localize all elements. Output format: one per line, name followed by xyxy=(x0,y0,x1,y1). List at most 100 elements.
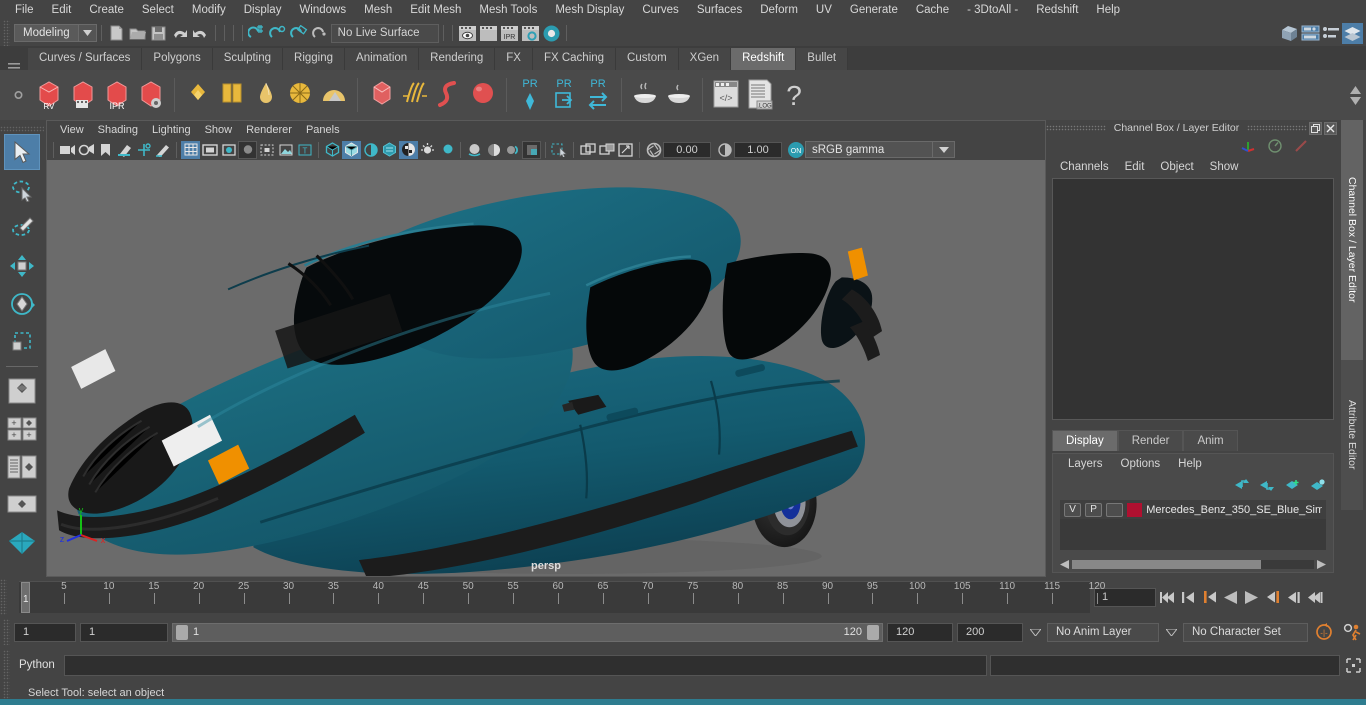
resolution-gate-icon[interactable] xyxy=(219,141,238,159)
render-view-icon[interactable] xyxy=(457,23,478,44)
wireframe-shading-icon[interactable] xyxy=(323,141,342,159)
color-management-toggle-icon[interactable]: ON xyxy=(786,141,805,159)
bake-icon[interactable] xyxy=(628,75,662,115)
shelf-grip[interactable] xyxy=(0,62,28,70)
shade-with-wireframe-icon[interactable] xyxy=(361,141,380,159)
shelf-tab-rendering[interactable]: Rendering xyxy=(419,48,496,70)
shelf-tab-rigging[interactable]: Rigging xyxy=(283,48,346,70)
two-pane-layout[interactable]: + + + xyxy=(4,411,40,447)
undo-icon[interactable] xyxy=(169,23,190,44)
auto-keyframe-icon[interactable]: -|- xyxy=(1312,622,1336,642)
menu-item-cache[interactable]: Cache xyxy=(907,1,958,19)
menu-item-mesh-display[interactable]: Mesh Display xyxy=(546,1,633,19)
exposure-aperture-icon[interactable] xyxy=(644,141,663,159)
shelf-tab-custom[interactable]: Custom xyxy=(616,48,679,70)
pr-convert-icon[interactable]: PR xyxy=(581,75,615,115)
range-slider[interactable]: 1 120 xyxy=(172,622,883,642)
scale-tool[interactable] xyxy=(4,324,40,360)
layer-menu-layers[interactable]: Layers xyxy=(1059,457,1112,471)
move-tool[interactable] xyxy=(4,248,40,284)
hypershade-layout[interactable] xyxy=(4,525,40,561)
menu-item-3dtoall[interactable]: - 3DtoAll - xyxy=(958,1,1027,19)
go-to-start-icon[interactable] xyxy=(1158,587,1177,607)
show-hide-attribute-editor-icon[interactable] xyxy=(1300,23,1321,44)
menu-item-modify[interactable]: Modify xyxy=(183,1,235,19)
four-view-layout[interactable] xyxy=(4,373,40,409)
vtab-attribute-editor[interactable]: Attribute Editor xyxy=(1341,360,1363,510)
depth-of-field-icon[interactable] xyxy=(522,140,541,159)
grid-toggle-icon[interactable] xyxy=(181,140,200,159)
render-sequence-icon[interactable] xyxy=(478,23,499,44)
redo-icon[interactable] xyxy=(190,23,211,44)
character-set-combo[interactable]: No Character Set xyxy=(1183,622,1308,642)
range-bar-grip[interactable] xyxy=(3,619,10,645)
gamma-icon[interactable] xyxy=(715,141,734,159)
menu-item-edit-mesh[interactable]: Edit Mesh xyxy=(401,1,470,19)
skydome-icon[interactable] xyxy=(283,75,317,115)
speed-gauge-icon[interactable] xyxy=(1268,139,1282,153)
menu-item-generate[interactable]: Generate xyxy=(841,1,907,19)
menu-item-display[interactable]: Display xyxy=(235,1,291,19)
outliner-persp-layout[interactable] xyxy=(4,449,40,485)
move-layer-up-icon[interactable] xyxy=(1235,479,1250,491)
command-line-grip[interactable] xyxy=(3,650,10,680)
go-to-end-icon[interactable] xyxy=(1305,587,1324,607)
log-icon[interactable]: .LOG xyxy=(743,75,777,115)
menu-item-file[interactable]: File xyxy=(6,1,43,19)
shelf-tab-fx-caching[interactable]: FX Caching xyxy=(532,48,617,70)
gamma-value-field[interactable]: 1.00 xyxy=(734,141,782,158)
hair-icon[interactable] xyxy=(398,75,432,115)
motion-blur-icon[interactable] xyxy=(503,141,522,159)
exposure-value-field[interactable]: 0.00 xyxy=(663,141,711,158)
menu-item-redshift[interactable]: Redshift xyxy=(1027,1,1087,19)
film-gate-icon[interactable] xyxy=(200,141,219,159)
bookmark-icon[interactable] xyxy=(96,141,115,159)
color-management-field[interactable]: sRGB gamma xyxy=(805,141,933,158)
color-management-dropdown-icon[interactable] xyxy=(933,141,955,158)
scroll-left-icon[interactable] xyxy=(1060,559,1069,569)
play-backwards-icon[interactable] xyxy=(1221,587,1240,607)
xray-joints-icon[interactable] xyxy=(597,141,616,159)
channel-box-list[interactable] xyxy=(1052,178,1334,420)
layer-shading-toggle[interactable] xyxy=(1106,502,1124,517)
select-tool[interactable] xyxy=(4,134,40,170)
snap-to-grid-icon[interactable] xyxy=(247,23,268,44)
snap-to-projected-center-icon[interactable] xyxy=(310,23,331,44)
shadows-icon[interactable] xyxy=(437,141,456,159)
live-surface-field[interactable]: No Live Surface xyxy=(330,23,439,43)
layer-tab-display[interactable]: Display xyxy=(1052,430,1118,451)
anti-alias-icon[interactable] xyxy=(484,141,503,159)
undock-icon[interactable] xyxy=(1309,121,1322,135)
help-icon[interactable]: ? xyxy=(777,75,811,115)
time-slider-grip[interactable] xyxy=(0,579,7,615)
xray-icon[interactable] xyxy=(578,141,597,159)
xray-active-components-icon[interactable] xyxy=(616,141,635,159)
proxy-icon[interactable] xyxy=(181,75,215,115)
channel-box-menu-object[interactable]: Object xyxy=(1152,159,1201,175)
channel-box-menu-show[interactable]: Show xyxy=(1202,159,1247,175)
image-plane-icon[interactable] xyxy=(115,141,134,159)
toolbox-grip[interactable] xyxy=(0,126,44,132)
range-slider-right-handle[interactable] xyxy=(867,624,879,640)
layer-scroll-thumb[interactable] xyxy=(1072,559,1261,569)
mesh-instance-icon[interactable] xyxy=(364,75,398,115)
channel-box-menu-edit[interactable]: Edit xyxy=(1117,159,1153,175)
volume-icon[interactable] xyxy=(317,75,351,115)
layer-list[interactable]: V P Mercedes_Benz_350_SE_Blue_Simple_ xyxy=(1060,500,1326,550)
render-frame-icon[interactable] xyxy=(66,75,100,115)
exposure-icon[interactable] xyxy=(276,141,295,159)
layer-tab-render[interactable]: Render xyxy=(1117,430,1184,451)
save-scene-icon[interactable] xyxy=(148,23,169,44)
show-hide-tool-settings-icon[interactable] xyxy=(1321,23,1342,44)
menu-item-mesh[interactable]: Mesh xyxy=(355,1,401,19)
menu-item-create[interactable]: Create xyxy=(80,1,133,19)
panel-grip-right[interactable] xyxy=(1247,125,1307,131)
anim-layer-combo[interactable]: No Anim Layer xyxy=(1047,622,1159,642)
new-scene-icon[interactable] xyxy=(106,23,127,44)
range-end-field[interactable]: 120 xyxy=(887,622,953,642)
shelf-scroll-arrows[interactable] xyxy=(1344,85,1366,105)
script-icon[interactable]: </> xyxy=(709,75,743,115)
curve-icon[interactable] xyxy=(432,75,466,115)
shelf-tab-redshift[interactable]: Redshift xyxy=(731,48,797,70)
sphere-icon[interactable] xyxy=(466,75,500,115)
